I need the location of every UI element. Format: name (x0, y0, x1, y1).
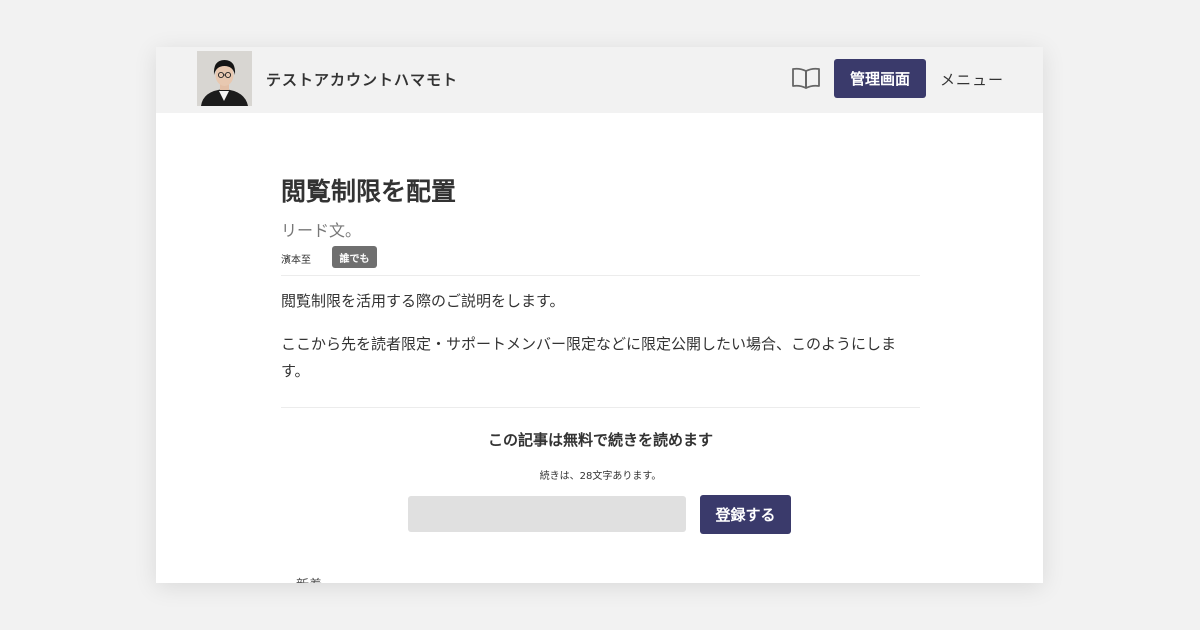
paragraph: ここから先を読者限定・サポートメンバー限定などに限定公開したい場合、このようにし… (281, 335, 897, 380)
access-badge: 誰でも (332, 246, 377, 268)
section-label-clipped: 新着 (296, 574, 322, 583)
register-button[interactable]: 登録する (700, 495, 791, 534)
menu-link[interactable]: メニュー (940, 69, 1004, 90)
paywall-title: この記事は無料で続きを読めます (487, 431, 713, 449)
article-card: テストアカウントハマモト 管理画面 メニュー 閲覧制限を配置 リード文。 濱本至… (156, 47, 1043, 583)
email-input[interactable] (408, 496, 686, 532)
avatar-photo (197, 51, 252, 106)
site-header: テストアカウントハマモト 管理画面 メニュー (156, 47, 1043, 113)
article-title: 閲覧制限を配置 (281, 177, 457, 206)
admin-button[interactable]: 管理画面 (834, 59, 926, 98)
lead-text: リード文。 (281, 221, 362, 240)
paywall-subtitle: 続きは、28文字あります。 (539, 471, 662, 482)
avatar[interactable] (197, 51, 252, 106)
paragraph: 閲覧制限を活用する際のご説明をします。 (281, 292, 565, 310)
divider (281, 275, 920, 276)
site-name[interactable]: テストアカウントハマモト (266, 69, 458, 90)
divider (281, 407, 920, 408)
author-name[interactable]: 濱本至 (281, 251, 311, 266)
book-open-icon[interactable] (791, 66, 821, 90)
